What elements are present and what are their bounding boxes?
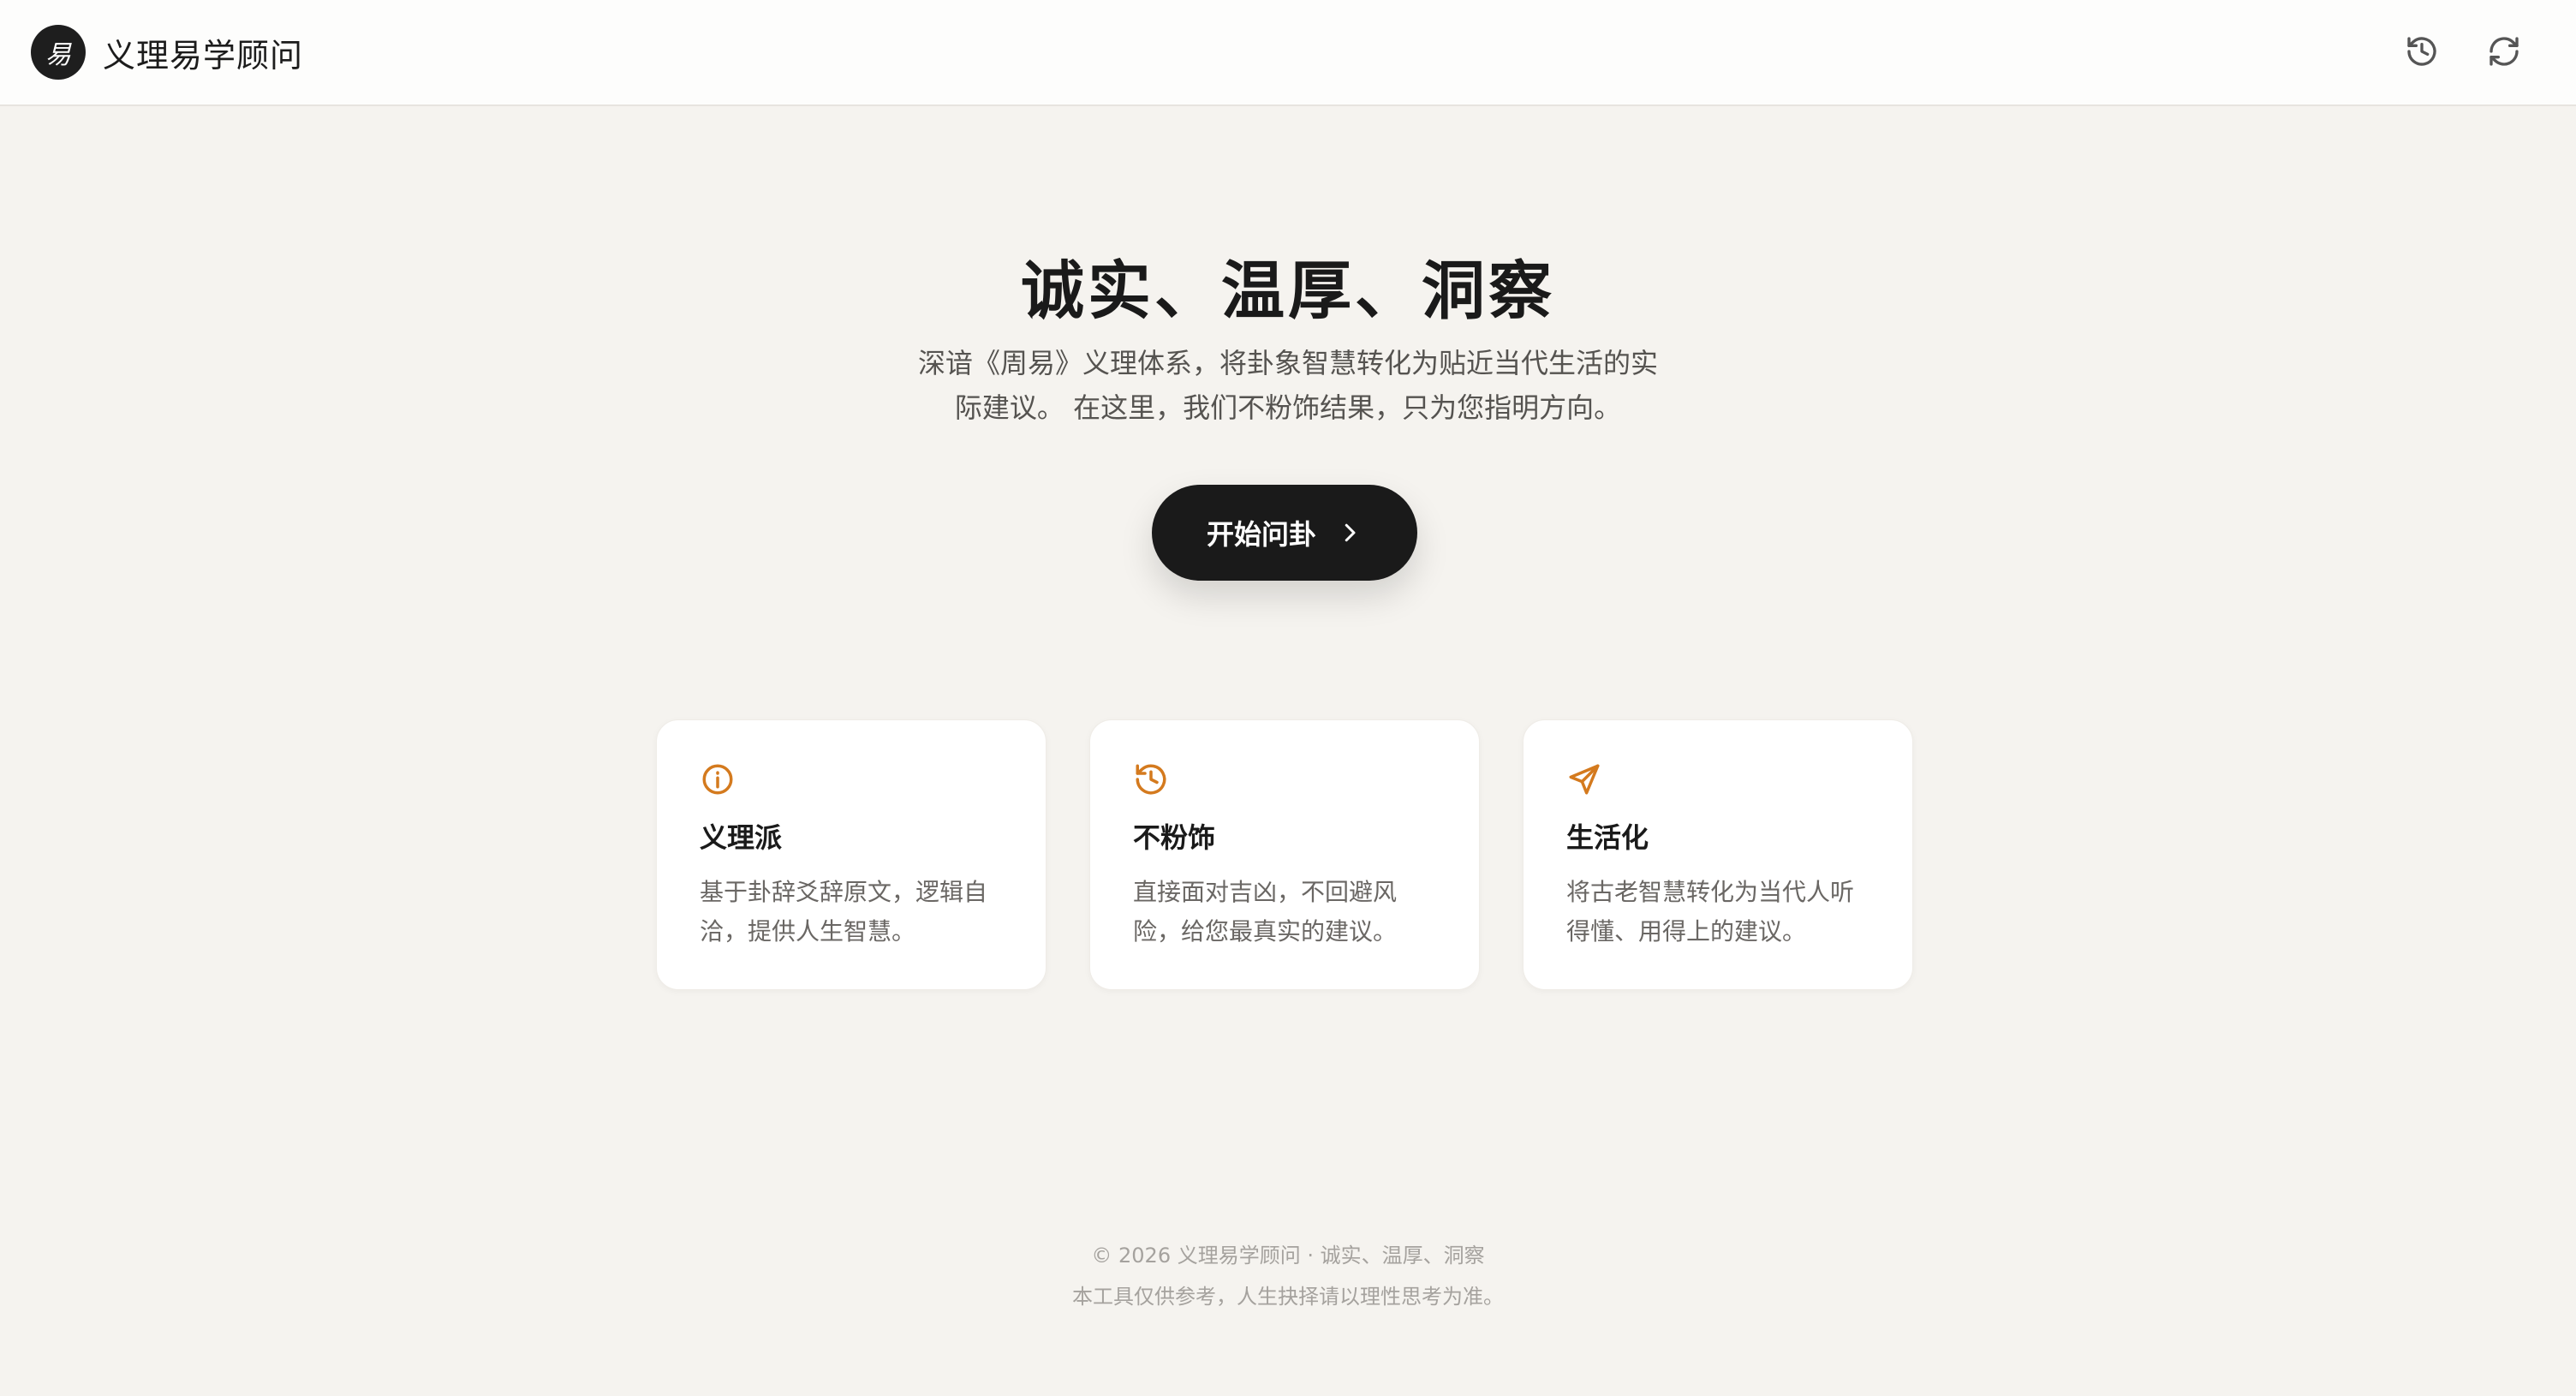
feature-text: 基于卦辞爻辞原文，逻辑自 洽，提供人生智慧。 [700,873,1003,952]
hero-description-line: 际建议。 在这里，我们不粉饰结果，只为您指明方向。 [954,391,1622,424]
feature-card-shenghuohua: 生活化 将古老智慧转化为当代人听 得懂、用得上的建议。 [1523,719,1913,990]
feature-text-line: 将古老智慧转化为当代人听 [1566,878,1855,906]
feature-text-line: 基于卦辞爻辞原文，逻辑自 [700,878,988,906]
history-button[interactable] [2400,29,2444,74]
info-circle-icon [702,764,733,795]
feature-card-yili: 义理派 基于卦辞爻辞原文，逻辑自 洽，提供人生智慧。 [656,719,1046,990]
hero-description: 深谙《周易》义理体系，将卦象智慧转化为贴近当代生活的实 际建议。 在这里，我们不… [891,341,1685,430]
feature-title: 生活化 [1566,821,1649,854]
app-title: 义理易学顾问 [103,36,304,75]
feature-title: 不粉饰 [1133,821,1216,854]
refresh-button[interactable] [2482,29,2526,74]
header-actions [2400,29,2526,74]
footer-copyright: © 2026 义理易学顾问 · 诚实、温厚、洞察 [1091,1244,1485,1268]
refresh-icon [2490,37,2519,66]
feature-text-line: 险，给您最真实的建议。 [1133,917,1398,946]
start-divination-label: 开始问卦 [1206,518,1316,551]
start-divination-button[interactable]: 开始问卦 [1152,485,1417,581]
brand[interactable]: 易 义理易学顾问 [31,25,303,80]
send-icon [1569,764,1600,795]
chevron-right-icon [1345,523,1356,542]
feature-text-line: 直接面对吉凶，不回避风 [1133,878,1398,906]
brand-logo: 易 [31,25,86,80]
history-icon [2407,37,2436,66]
top-header: 易 义理易学顾问 [0,0,2576,106]
footer-disclaimer: 本工具仅供参考，人生抉择请以理性思考为准。 [1072,1285,1504,1309]
history-icon [1136,764,1166,795]
feature-text: 将古老智慧转化为当代人听 得懂、用得上的建议。 [1566,873,1869,952]
feature-text-line: 洽，提供人生智慧。 [700,917,916,946]
hero-title: 诚实、温厚、洞察 [1021,254,1555,328]
feature-text: 直接面对吉凶，不回避风 险，给您最真实的建议。 [1133,873,1436,952]
feature-title: 义理派 [700,821,783,854]
feature-text-line: 得懂、用得上的建议。 [1566,917,1807,946]
feature-card-bufenshi: 不粉饰 直接面对吉凶，不回避风 险，给您最真实的建议。 [1089,719,1480,990]
hero-description-line: 深谙《周易》义理体系，将卦象智慧转化为贴近当代生活的实 [917,347,1658,379]
